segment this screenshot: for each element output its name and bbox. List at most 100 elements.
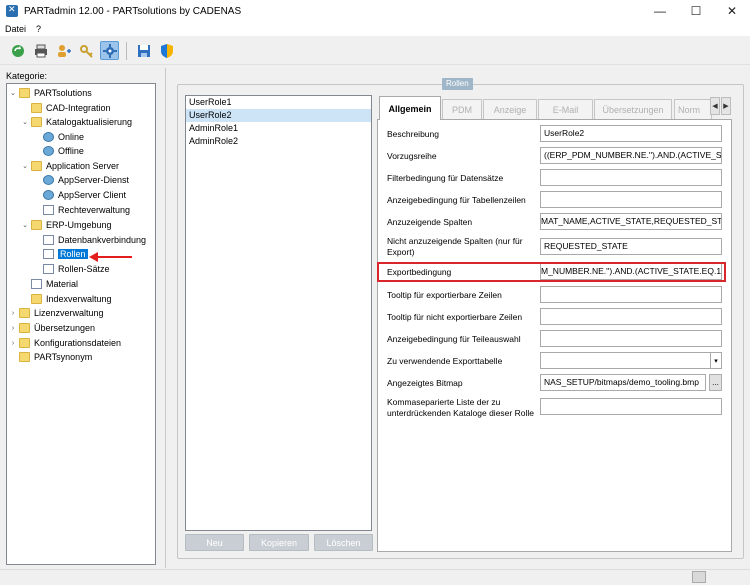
page-icon: [31, 279, 42, 289]
gear-icon: [43, 132, 54, 142]
input-vorzugsreihe[interactable]: ((ERP_PDM_NUMBER.NE.'').AND.(ACTIVE_STA: [540, 147, 722, 164]
tree-item[interactable]: PARTsynonym: [9, 350, 92, 364]
chevron-icon[interactable]: ⌄: [21, 221, 29, 229]
tab-uebersetzungen[interactable]: Übersetzungen: [594, 99, 672, 119]
chevron-icon[interactable]: ⌄: [21, 162, 29, 170]
close-button[interactable]: ✕: [714, 0, 750, 22]
tree-item[interactable]: AppServer Client: [33, 188, 126, 202]
list-item[interactable]: UserRole1: [186, 96, 371, 109]
input-filterbedingung[interactable]: [540, 169, 722, 186]
select-exporttabelle[interactable]: [540, 352, 711, 369]
red-arrow-icon: [89, 252, 132, 262]
exportbedingung-highlight: [377, 262, 726, 282]
chevron-icon[interactable]: ⌄: [9, 89, 17, 97]
save-icon[interactable]: [134, 41, 153, 60]
toolbar: [0, 37, 750, 65]
window-title: PARTadmin 12.00 - PARTsolutions by CADEN…: [24, 5, 242, 17]
input-anzuzeigende-spalten[interactable]: MAT_NAME,ACTIVE_STATE,REQUESTED_STATE: [540, 213, 722, 230]
browse-button[interactable]: ...: [709, 374, 722, 391]
tab-anzeige[interactable]: Anzeige: [483, 99, 537, 119]
maximize-button[interactable]: ☐: [678, 0, 714, 22]
label-nicht-anzuzeigende-spalten: Nicht anzuzeigende Spalten (nur für Expo…: [387, 236, 523, 257]
input-bitmap[interactable]: NAS_SETUP/bitmaps/demo_tooling.bmp: [540, 374, 706, 391]
tab-pdm[interactable]: PDM: [442, 99, 482, 119]
key-icon[interactable]: [77, 41, 96, 60]
tree-item-label: AppServer-Dienst: [58, 175, 130, 185]
tree-item[interactable]: Rollen-Sätze: [33, 262, 110, 276]
chevron-down-icon[interactable]: ▾: [710, 352, 722, 369]
tree-item-label: Rollen-Sätze: [58, 264, 110, 274]
tree-item[interactable]: AppServer-Dienst: [33, 173, 129, 187]
chevron-icon[interactable]: ⌄: [21, 118, 29, 126]
chevron-icon[interactable]: ›: [9, 310, 17, 317]
input-beschreibung[interactable]: UserRole2: [540, 125, 722, 142]
tab-scroll-right-icon[interactable]: ▶: [721, 97, 731, 115]
print-icon[interactable]: [31, 41, 50, 60]
category-tree: ⌄ PARTsolutions CAD-Integration ⌄ Katalogakt…: [6, 83, 156, 565]
tree-item[interactable]: Indexverwaltung: [21, 292, 112, 306]
folder-icon: [31, 161, 42, 171]
tree-item[interactable]: › Konfigurationsdateien: [9, 336, 121, 350]
menu-file[interactable]: Datei: [0, 24, 31, 34]
user-icon[interactable]: [54, 41, 73, 60]
gear-icon: [43, 175, 54, 185]
tree-item[interactable]: Material: [21, 277, 78, 291]
tree-item[interactable]: › Übersetzungen: [9, 321, 95, 335]
label-beschreibung: Beschreibung: [387, 129, 439, 139]
tree-item[interactable]: ⌄ ERP-Umgebung: [21, 218, 112, 232]
tree-item[interactable]: Rollen: [33, 247, 88, 261]
tree-item[interactable]: ⌄ PARTsolutions: [9, 86, 92, 100]
tree-item-label: Application Server: [46, 161, 120, 171]
tab-norm[interactable]: Norm: [674, 99, 712, 119]
tree-item-label: Rechteverwaltung: [58, 205, 131, 215]
tree-item[interactable]: Online: [33, 130, 84, 144]
tree-item-label: Übersetzungen: [34, 323, 96, 333]
list-item[interactable]: AdminRole1: [186, 122, 371, 135]
tree-item[interactable]: Offline: [33, 144, 84, 158]
chevron-icon[interactable]: ›: [9, 340, 17, 347]
role-list[interactable]: UserRole1 UserRole2 AdminRole1 AdminRole2: [185, 95, 372, 531]
tree-item[interactable]: Rechteverwaltung: [33, 203, 130, 217]
tree-item-label: PARTsynonym: [34, 352, 93, 362]
menu-help[interactable]: ?: [31, 24, 46, 34]
folder-icon: [31, 294, 42, 304]
tree-item[interactable]: › Lizenzverwaltung: [9, 306, 104, 320]
gear-icon: [43, 190, 54, 200]
input-anzeigebedingung-tabelle[interactable]: [540, 191, 722, 208]
tab-strip: Allgemein PDM Anzeige E-Mail Übersetzung…: [377, 96, 732, 120]
input-nicht-anzuzeigende-spalten[interactable]: REQUESTED_STATE: [540, 238, 722, 255]
tree-item-label: Indexverwaltung: [46, 294, 112, 304]
tree-item[interactable]: Datenbankverbindung: [33, 233, 146, 247]
delete-button[interactable]: Löschen: [314, 534, 373, 551]
title-bar: PARTadmin 12.00 - PARTsolutions by CADEN…: [0, 0, 750, 22]
settings-icon[interactable]: [100, 41, 119, 60]
chevron-icon[interactable]: ›: [9, 325, 17, 332]
tab-email[interactable]: E-Mail: [538, 99, 593, 119]
minimize-button[interactable]: —: [642, 0, 678, 22]
label-vorzugsreihe: Vorzugsreihe: [387, 151, 437, 161]
new-button[interactable]: Neu: [185, 534, 244, 551]
input-kataloge[interactable]: [540, 398, 722, 415]
list-item[interactable]: AdminRole2: [186, 135, 371, 148]
tree-item[interactable]: CAD-Integration: [21, 101, 111, 115]
tree-item[interactable]: ⌄ Katalogaktualisierung: [21, 115, 132, 129]
status-bar: [0, 569, 750, 585]
list-item[interactable]: UserRole2: [186, 109, 371, 122]
tab-allgemein[interactable]: Allgemein: [379, 96, 441, 120]
gear-icon: [43, 146, 54, 156]
input-tooltip-nicht-exportierbar[interactable]: [540, 308, 722, 325]
shield-icon[interactable]: [157, 41, 176, 60]
input-tooltip-exportierbar[interactable]: [540, 286, 722, 303]
window-controls: — ☐ ✕: [642, 0, 750, 22]
tree-item[interactable]: ⌄ Application Server: [21, 159, 119, 173]
copy-button[interactable]: Kopieren: [249, 534, 309, 551]
label-anzeigebedingung-tabelle: Anzeigebedingung für Tabellenzeilen: [387, 195, 526, 205]
app-icon: [6, 4, 18, 17]
input-anzeigebedingung-teile[interactable]: [540, 330, 722, 347]
tab-scroll-left-icon[interactable]: ◀: [710, 97, 720, 115]
tree-item-label: Katalogaktualisierung: [46, 117, 133, 127]
folder-icon: [19, 352, 30, 362]
tree-item-label: Lizenzverwaltung: [34, 308, 104, 318]
folder-icon: [31, 103, 42, 113]
refresh-icon[interactable]: [8, 41, 27, 60]
